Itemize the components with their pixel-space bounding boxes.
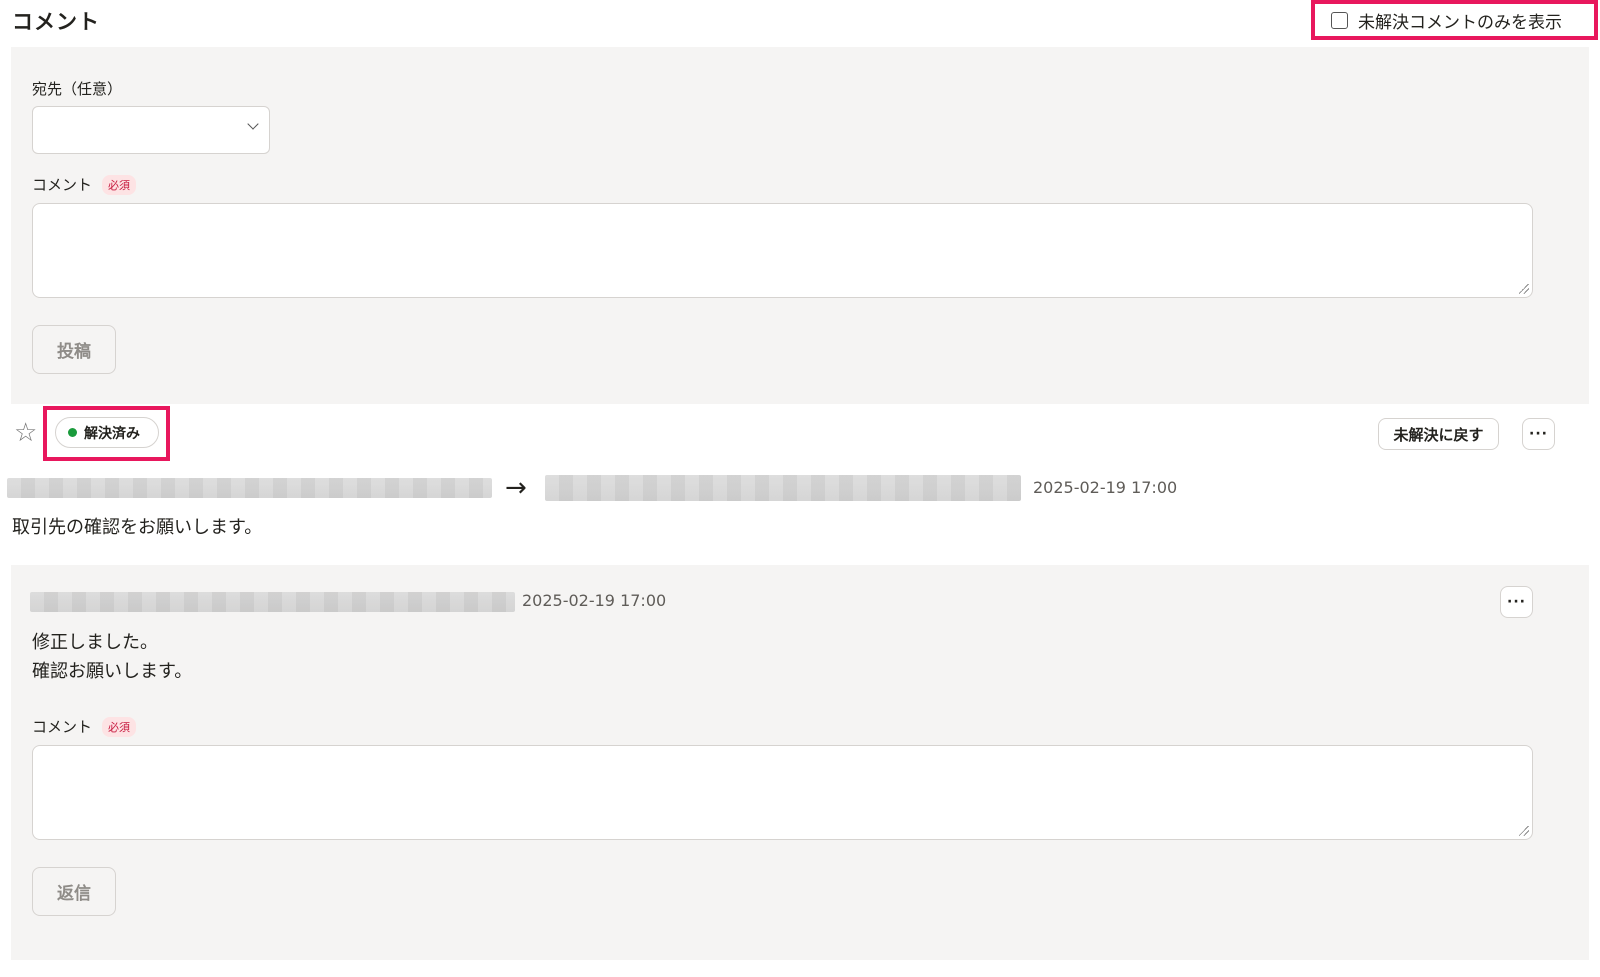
reply-timestamp: 2025-02-19 17:00 xyxy=(522,591,667,610)
required-badge: 必須 xyxy=(102,174,137,195)
recipient-label: 宛先（任意） xyxy=(32,80,123,98)
comment-body: 取引先の確認をお願いします。 xyxy=(12,517,263,538)
status-highlight: 解決済み xyxy=(43,406,170,461)
reply-textarea[interactable] xyxy=(32,745,1533,840)
comment-timestamp: 2025-02-19 17:00 xyxy=(1033,478,1178,497)
comment-more-button[interactable]: ··· xyxy=(1522,418,1555,450)
reply-panel: 2025-02-19 17:00 ··· 修正しました。 確認お願いします。 コ… xyxy=(11,565,1589,960)
comment-label: コメント 必須 xyxy=(32,174,137,195)
new-comment-panel: 宛先（任意） コメント 必須 投稿 xyxy=(11,47,1589,404)
author-name-redacted xyxy=(7,478,492,498)
recipient-select[interactable] xyxy=(32,106,270,154)
reply-body-line: 確認お願いします。 xyxy=(32,661,193,682)
required-badge: 必須 xyxy=(102,716,137,737)
unresolved-filter-toggle[interactable]: 未解決コメントのみを表示 xyxy=(1311,0,1598,40)
reply-button[interactable]: 返信 xyxy=(32,867,116,916)
recipient-name-redacted xyxy=(545,475,1021,501)
resize-handle-icon[interactable] xyxy=(1519,284,1529,294)
reply-comment-label: コメント 必須 xyxy=(32,716,137,737)
arrow-right-icon: → xyxy=(505,473,527,503)
status-dot-icon xyxy=(68,428,77,437)
section-title: コメント xyxy=(12,10,100,34)
resize-handle-icon[interactable] xyxy=(1519,826,1529,836)
status-badge: 解決済み xyxy=(55,417,159,448)
reply-more-button[interactable]: ··· xyxy=(1500,586,1533,618)
comment-textarea[interactable] xyxy=(32,203,1533,298)
reply-author-redacted xyxy=(30,592,515,612)
unresolve-button[interactable]: 未解決に戻す xyxy=(1378,418,1499,450)
reply-body-line: 修正しました。 xyxy=(32,632,158,653)
chevron-down-icon xyxy=(247,118,259,130)
star-icon[interactable]: ☆ xyxy=(14,418,37,448)
unresolved-filter-checkbox[interactable] xyxy=(1331,11,1348,29)
post-button[interactable]: 投稿 xyxy=(32,325,116,374)
unresolved-filter-label[interactable]: 未解決コメントのみを表示 xyxy=(1358,8,1562,33)
